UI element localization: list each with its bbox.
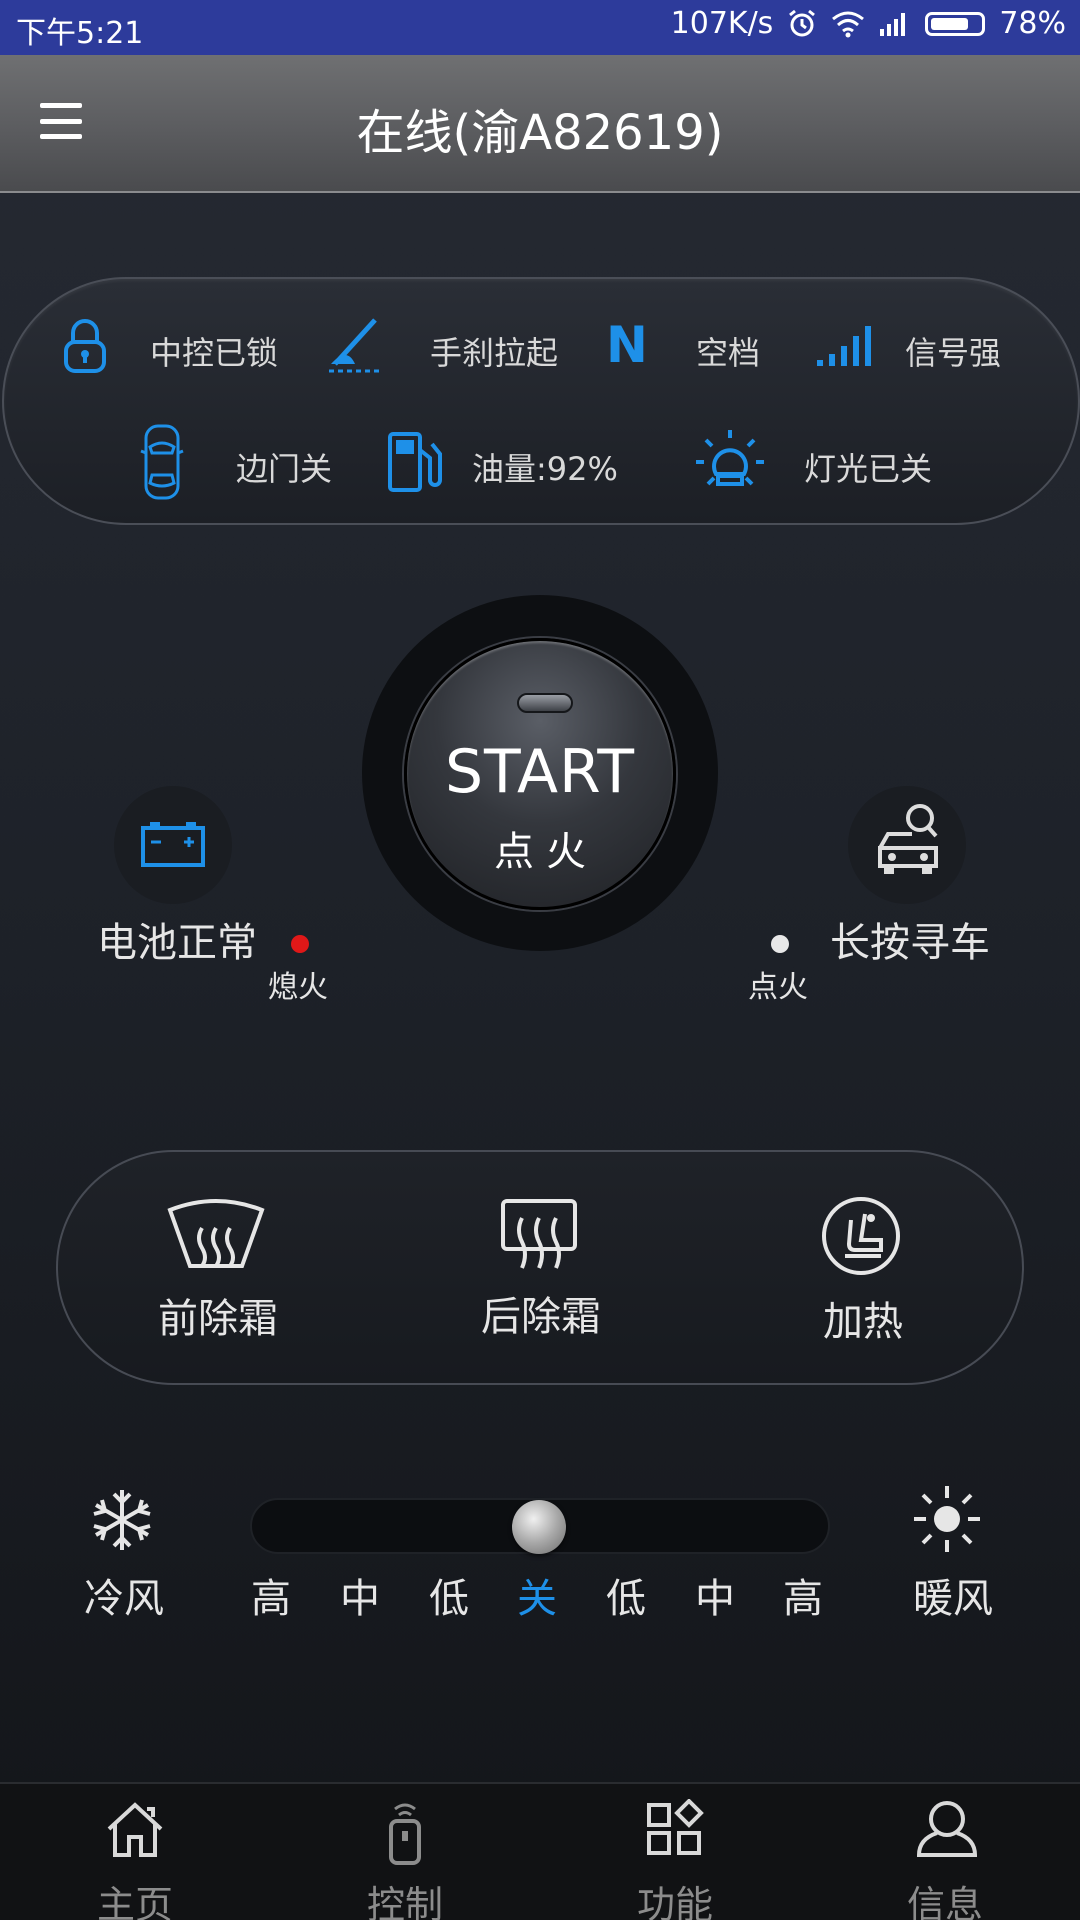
- alarm-icon: [789, 9, 816, 36]
- start-button-cn-label: 点火: [494, 829, 598, 875]
- fan-level-off[interactable]: 关: [517, 1566, 557, 1624]
- rear-defrost-label: 后除霜: [481, 1294, 601, 1340]
- app-header: 在线(渝A82619): [0, 55, 1080, 193]
- find-car-label: 长按寻车: [830, 920, 990, 966]
- nav-home[interactable]: 主页: [0, 1784, 270, 1920]
- front-defrost-icon[interactable]: [166, 1196, 266, 1276]
- sun-icon: [914, 1486, 980, 1552]
- start-button-label: START: [444, 737, 636, 807]
- find-car-icon: [878, 804, 938, 874]
- remote-key-icon: [389, 1803, 421, 1865]
- door-status-label: 边门关: [236, 450, 333, 488]
- fan-level-cool-mid[interactable]: 中: [340, 1566, 380, 1624]
- warm-air-label: 暖风: [913, 1576, 993, 1622]
- nav-functions[interactable]: 功能: [540, 1784, 810, 1920]
- handbrake-status-label: 手刹拉起: [430, 334, 559, 372]
- nav-info[interactable]: 信息: [810, 1784, 1080, 1920]
- fan-level-warm-mid[interactable]: 中: [695, 1566, 735, 1624]
- user-icon: [916, 1800, 978, 1857]
- battery-percent: 78%: [999, 6, 1066, 41]
- fuel-icon: [388, 432, 442, 492]
- start-button-indicator: [517, 693, 573, 713]
- home-icon: [107, 1802, 163, 1857]
- battery-icon: [925, 11, 986, 36]
- cell-signal-icon: [880, 12, 906, 36]
- fan-level-warm-low[interactable]: 低: [606, 1566, 646, 1624]
- seat-heating-icon[interactable]: [821, 1196, 901, 1276]
- light-status-label: 灯光已关: [804, 450, 933, 488]
- status-time: 下午5:21: [16, 16, 144, 51]
- nav-control-label: 控制: [366, 1883, 443, 1920]
- rear-defrost-icon[interactable]: [500, 1198, 578, 1272]
- wifi-icon: [832, 11, 865, 37]
- signal-status-label: 信号强: [905, 334, 1002, 372]
- heating-label: 加热: [823, 1299, 903, 1345]
- light-icon: [696, 430, 764, 486]
- car-battery-icon: [141, 822, 205, 867]
- nav-home-label: 主页: [96, 1883, 173, 1920]
- status-bar: 下午5:21 107K/s 78%: [0, 0, 1080, 55]
- engine-off-label: 熄火: [268, 970, 328, 1005]
- nav-control[interactable]: 控制: [270, 1784, 540, 1920]
- fan-level-cool-low[interactable]: 低: [429, 1566, 469, 1624]
- car-door-icon: [140, 424, 184, 500]
- nav-functions-label: 功能: [636, 1883, 713, 1920]
- signal-strength-icon: [817, 326, 871, 366]
- lock-icon: [64, 319, 106, 373]
- front-defrost-label: 前除霜: [158, 1296, 278, 1342]
- grid-apps-icon: [647, 1799, 704, 1855]
- bottom-nav: 主页 控制 功能 信息: [0, 1782, 1080, 1920]
- page-title: 在线(渝A82619): [356, 105, 724, 161]
- fuel-status-label: 油量:92%: [472, 450, 618, 488]
- gear-status-label: 空档: [696, 334, 761, 372]
- cool-air-label: 冷风: [84, 1576, 164, 1622]
- nav-info-label: 信息: [906, 1883, 983, 1920]
- engine-on-label: 点火: [748, 970, 808, 1005]
- snowflake-icon: [93, 1490, 151, 1550]
- battery-status-label: 电池正常: [97, 920, 257, 966]
- fan-level-warm-high[interactable]: 高: [783, 1566, 823, 1624]
- engine-off-indicator: [291, 935, 309, 953]
- fan-level-cool-high[interactable]: 高: [251, 1566, 291, 1624]
- engine-on-indicator: [771, 935, 789, 953]
- handbrake-icon: [329, 318, 379, 373]
- start-engine-button[interactable]: START 点火: [404, 638, 676, 910]
- lock-status-label: 中控已锁: [150, 334, 279, 372]
- fan-speed-knob[interactable]: [512, 1500, 566, 1554]
- network-speed: 107K/s: [670, 6, 774, 41]
- gear-letter-icon: N: [606, 316, 648, 374]
